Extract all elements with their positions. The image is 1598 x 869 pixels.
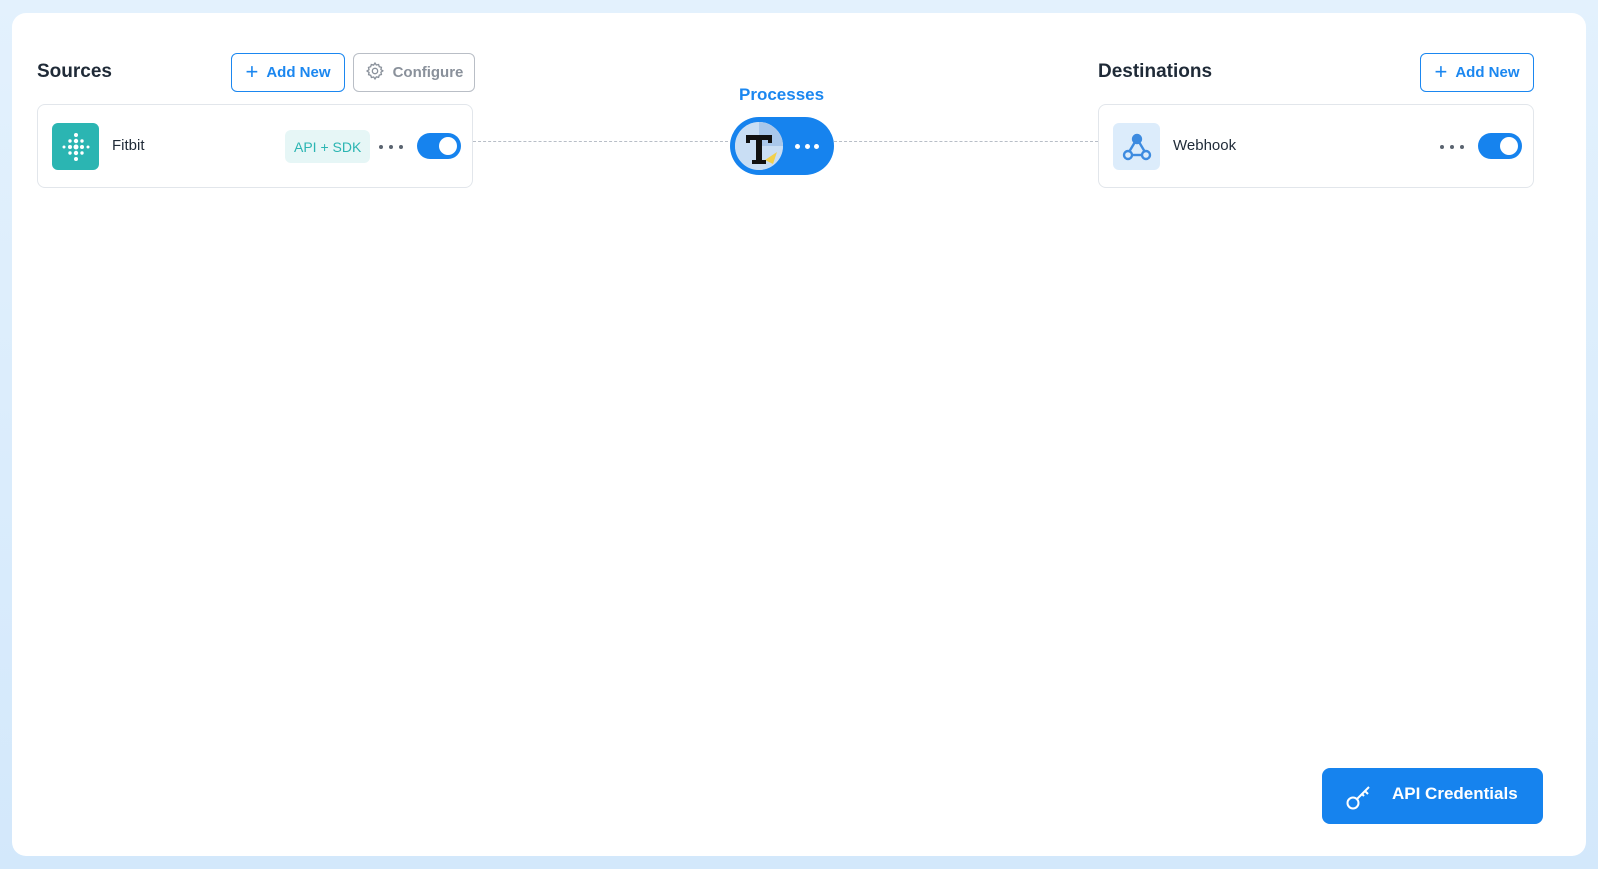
destination-name: Webhook [1173, 137, 1237, 154]
app-frame: Sources + Add New Configure Fitbit API +… [0, 0, 1598, 869]
source-connector-line [473, 141, 728, 142]
plus-icon: + [1434, 58, 1448, 84]
sources-add-new-button[interactable]: + Add New [231, 53, 345, 92]
sources-add-new-label: Add New [266, 64, 331, 81]
destination-more-icon[interactable] [1440, 140, 1464, 154]
destination-enabled-toggle[interactable] [1478, 133, 1522, 159]
source-more-icon[interactable] [379, 140, 403, 154]
destinations-title: Destinations [1098, 61, 1213, 82]
sources-title: Sources [37, 61, 112, 82]
destination-node-webhook[interactable]: Webhook [1098, 104, 1534, 188]
source-node-fitbit[interactable]: Fitbit API + SDK [37, 104, 473, 188]
plus-icon: + [245, 58, 259, 84]
process-avatar [733, 120, 785, 172]
destination-connector-line [834, 141, 1098, 142]
api-credentials-button[interactable]: API Credentials [1322, 768, 1543, 824]
destinations-add-new-label: Add New [1455, 64, 1520, 81]
destinations-add-new-button[interactable]: + Add New [1420, 53, 1534, 92]
key-icon [1344, 782, 1374, 817]
processes-title: Processes [739, 85, 825, 104]
source-name: Fitbit [112, 137, 145, 154]
source-type-badge: API + SDK [285, 130, 371, 163]
api-credentials-label: API Credentials [1392, 784, 1518, 803]
gear-icon [365, 61, 385, 85]
fitbit-logo-icon [52, 123, 99, 170]
source-enabled-toggle[interactable] [417, 133, 461, 159]
configure-label: Configure [392, 64, 464, 81]
process-node[interactable] [730, 117, 834, 175]
configure-button[interactable]: Configure [353, 53, 475, 92]
webhook-logo-icon [1113, 123, 1160, 170]
process-more-icon[interactable] [795, 141, 819, 151]
